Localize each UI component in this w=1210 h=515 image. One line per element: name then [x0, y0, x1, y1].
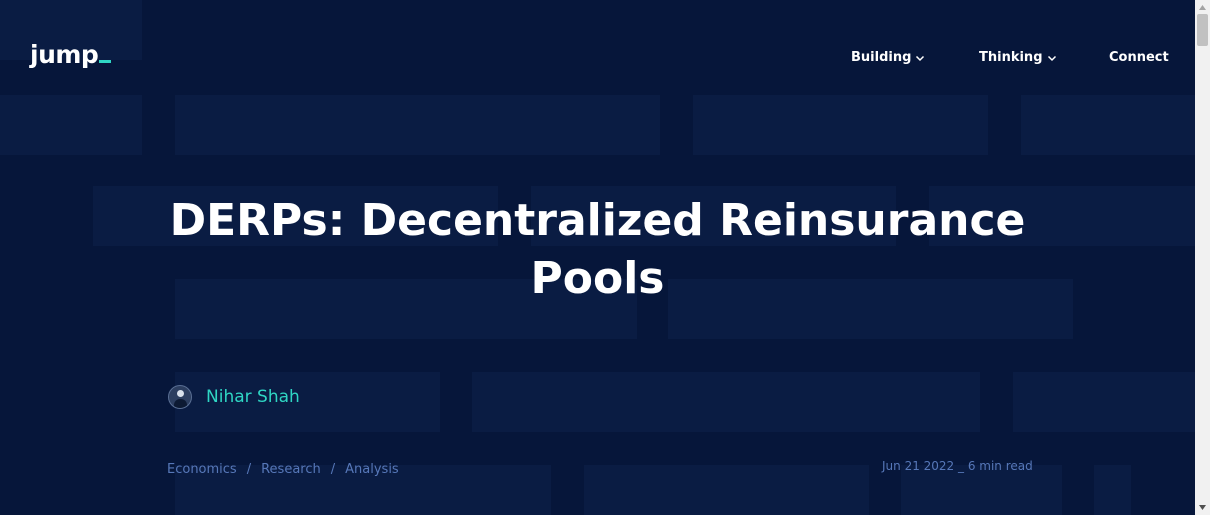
article-meta: Jun 21 2022 _ 6 min read	[882, 459, 1033, 473]
author-name[interactable]: Nihar Shah	[206, 387, 300, 407]
logo-text: jump	[30, 40, 99, 69]
background-tile	[1013, 372, 1195, 432]
avatar	[168, 385, 192, 409]
page-hero: jump Building Thinking Connect DERPs: De…	[0, 0, 1195, 515]
nav-building[interactable]: Building	[851, 50, 925, 65]
jump-logo[interactable]: jump	[30, 40, 112, 69]
triangle-up-icon	[1199, 5, 1206, 10]
article-title: DERPs: Decentralized Reinsurance Pools	[169, 195, 1026, 304]
chevron-down-icon	[916, 55, 925, 61]
tag-analysis[interactable]: Analysis	[345, 462, 399, 477]
article-tags: Economics / Research / Analysis	[167, 462, 399, 477]
top-navigation: jump Building Thinking Connect	[0, 0, 1195, 110]
background-tile	[472, 372, 980, 432]
tag-separator: /	[246, 462, 252, 477]
background-tile	[1094, 465, 1131, 515]
scroll-up-button[interactable]	[1195, 0, 1210, 15]
scrollbar-thumb[interactable]	[1197, 14, 1208, 46]
logo-underscore	[99, 60, 112, 63]
triangle-down-icon	[1199, 505, 1206, 510]
nav-building-label: Building	[851, 50, 912, 65]
background-tile	[584, 465, 869, 515]
nav-thinking-label: Thinking	[979, 50, 1043, 65]
nav-connect[interactable]: Connect	[1109, 50, 1169, 65]
scroll-down-button[interactable]	[1195, 500, 1210, 515]
article-author[interactable]: Nihar Shah	[168, 385, 300, 409]
vertical-scrollbar[interactable]	[1195, 0, 1210, 515]
nav-thinking[interactable]: Thinking	[979, 50, 1057, 65]
nav-connect-label: Connect	[1109, 50, 1169, 65]
tag-research[interactable]: Research	[261, 462, 321, 477]
chevron-down-icon	[1047, 55, 1056, 61]
tag-separator: /	[330, 462, 336, 477]
tag-economics[interactable]: Economics	[167, 462, 237, 477]
